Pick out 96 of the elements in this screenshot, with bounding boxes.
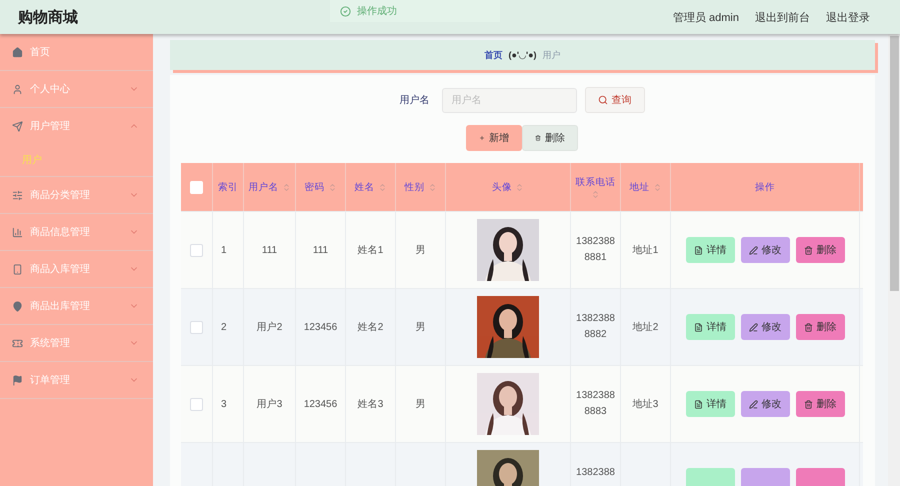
table-cell: 3 [221, 398, 227, 410]
column-header[interactable]: 用户名 [248, 180, 278, 194]
detail-button[interactable]: 详情 [686, 391, 734, 417]
column-header: 索引 [218, 180, 238, 194]
breadcrumb-link[interactable]: 首页 [484, 48, 502, 62]
trash-icon [804, 322, 812, 332]
edit-button[interactable]: 修改 [740, 237, 790, 263]
breadcrumb-separator: (●'◡'●) [508, 50, 537, 60]
table-cell-text: 姓名3 [358, 398, 384, 411]
pen-icon [748, 400, 758, 408]
delete-button[interactable]: 删除 [796, 391, 844, 417]
menu-label: 订单管理 [30, 374, 71, 387]
menu-label: 商品信息管理 [30, 226, 91, 239]
app-title: 购物商城 [18, 8, 78, 26]
delete-button[interactable]: 删除 [796, 314, 844, 340]
pen-icon [748, 246, 758, 254]
search-icon [598, 95, 608, 105]
detail-button[interactable]: 详情 [686, 314, 734, 340]
table-cell-text: 13823888882 [575, 312, 616, 342]
table-cell: 123456 [304, 398, 338, 410]
menu-icon [12, 46, 23, 58]
column-header: 操作 [755, 180, 775, 194]
menu-icon [12, 84, 23, 94]
header-link[interactable]: 退出到前台 [755, 10, 810, 24]
check-icon [340, 6, 351, 16]
delete-button[interactable]: 删除 [522, 125, 578, 151]
column-header[interactable]: 头像 [492, 180, 512, 194]
search-button[interactable]: 查询 [584, 87, 644, 113]
menu-icon [12, 120, 23, 132]
edit-button[interactable]: 修改 [740, 314, 790, 340]
table-cell-text: 姓名2 [358, 321, 384, 334]
menu-label: 商品入库管理 [30, 262, 91, 276]
scrollbar[interactable] [888, 34, 900, 486]
sort-icon[interactable] [378, 182, 386, 192]
table-cell-text: 用户3 [256, 398, 282, 411]
menu-label: 首页 [30, 46, 51, 59]
menu-label: 个人中心 [30, 82, 71, 96]
menu-label: 商品出库管理 [30, 300, 91, 313]
edit-button[interactable]: 修改 [740, 391, 790, 417]
trash-icon [804, 246, 812, 254]
toast-text: 操作成功 [357, 4, 397, 18]
trash-icon [804, 400, 812, 408]
row-checkbox[interactable] [190, 398, 203, 410]
sort-icon[interactable] [591, 190, 600, 198]
menu-label: 系统管理 [30, 336, 71, 350]
menu-icon [12, 300, 23, 312]
pen-icon [748, 322, 758, 332]
plus-icon [479, 133, 485, 143]
menu-label: 用户管理 [30, 120, 71, 133]
menu-icon [12, 338, 23, 348]
document-icon [694, 246, 702, 254]
sort-icon[interactable] [282, 182, 290, 192]
row-checkbox[interactable] [190, 244, 203, 256]
row-checkbox[interactable] [190, 320, 203, 334]
table-cell-text: 姓名1 [358, 244, 384, 257]
menu-icon [12, 264, 23, 274]
table-cell-text: 地址2 [632, 320, 658, 334]
detail-button[interactable]: 详情 [686, 237, 734, 263]
menu-label: 商品分类管理 [30, 188, 91, 202]
table-cell-text: 男 [416, 321, 426, 334]
breadcrumb-current: 用户 [542, 48, 561, 62]
table-cell: 111 [312, 244, 328, 256]
table-cell-text: 男 [416, 244, 426, 257]
sort-icon[interactable] [652, 182, 662, 192]
header-link[interactable]: 退出登录 [826, 10, 870, 24]
trash-icon [535, 133, 541, 143]
column-header[interactable]: 联系电话 [576, 176, 616, 188]
menu-icon [12, 226, 23, 238]
column-header[interactable]: 密码 [304, 180, 324, 194]
sort-icon[interactable] [428, 182, 436, 192]
table-cell: 111 [262, 244, 278, 256]
menu-icon [12, 190, 23, 200]
table-cell-text: 1382388 [575, 466, 616, 480]
username-field[interactable]: 用户名 [442, 88, 576, 112]
column-header[interactable]: 性别 [404, 180, 424, 194]
delete-button[interactable]: 删除 [796, 237, 844, 263]
table-cell-text: 13823888881 [575, 235, 616, 265]
add-button[interactable]: 新增 [466, 125, 522, 151]
menu-icon [12, 374, 23, 386]
document-icon [694, 400, 702, 408]
document-icon [694, 322, 702, 332]
user-menu[interactable]: 管理员 admin [672, 10, 739, 24]
field-label: 用户名 [400, 94, 430, 107]
table-cell-text: 地址1 [632, 244, 658, 257]
select-all-checkbox[interactable] [190, 180, 203, 194]
table-cell-text: 男 [416, 398, 426, 411]
sort-icon[interactable] [515, 182, 524, 192]
column-header[interactable]: 姓名 [354, 180, 374, 194]
table-cell: 123456 [304, 322, 338, 332]
table-cell-text: 用户2 [256, 320, 282, 334]
sort-icon[interactable] [328, 182, 336, 192]
table-cell-text: 地址3 [632, 398, 658, 411]
table-cell-text: 13823888883 [575, 389, 616, 419]
column-header[interactable]: 地址 [630, 180, 650, 194]
table-cell: 1 [221, 244, 227, 256]
table-cell: 2 [221, 322, 227, 332]
